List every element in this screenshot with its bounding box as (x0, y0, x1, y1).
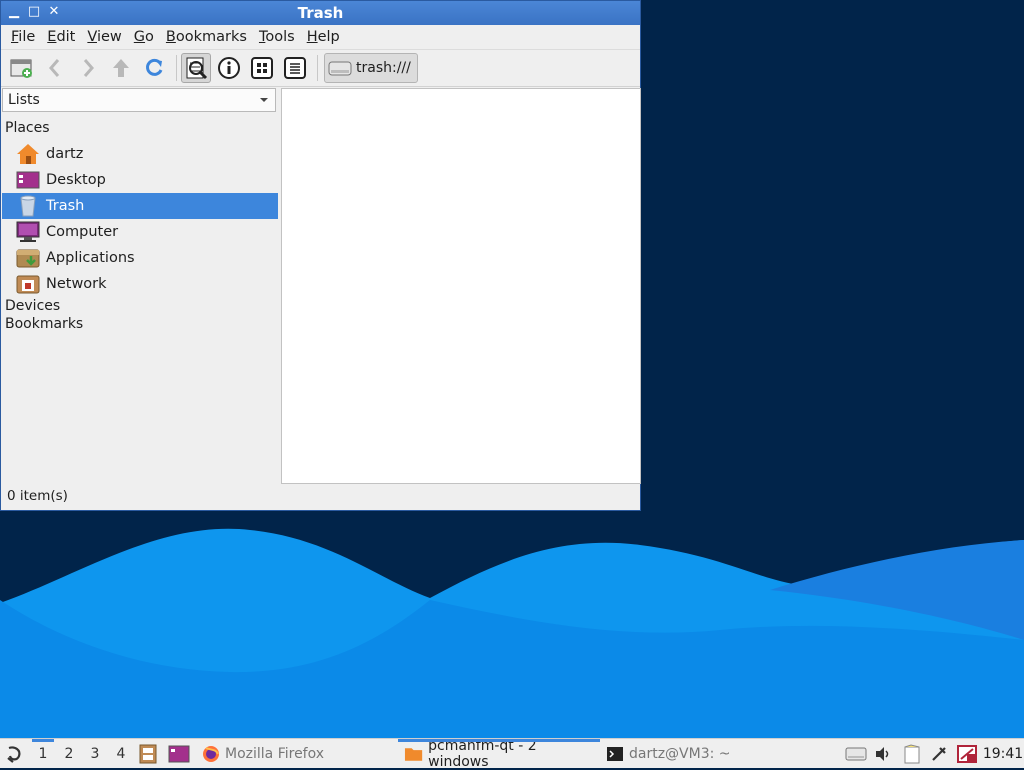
place-trash[interactable]: Trash (2, 193, 278, 219)
applications-icon (16, 249, 40, 268)
home-icon (17, 144, 39, 164)
up-button[interactable] (106, 53, 136, 83)
icon-view-icon (186, 57, 208, 80)
task-label: Mozilla Firefox (225, 745, 325, 762)
place-network[interactable]: Network (2, 271, 278, 297)
back-button[interactable] (40, 53, 70, 83)
toolbar-separator (176, 55, 177, 81)
file-cabinet-icon (139, 744, 157, 763)
tray-updates[interactable] (952, 739, 982, 769)
reload-button[interactable] (139, 53, 169, 83)
task-pcmanfm[interactable]: pcmanfm-qt - 2 windows (398, 737, 600, 770)
workspace-2[interactable]: 2 (56, 739, 82, 769)
clipboard-icon (904, 743, 920, 763)
back-icon (49, 59, 60, 77)
side-pane: Lists Places dartz Desktop Trash Compute… (2, 88, 278, 484)
workspace-4[interactable]: 4 (108, 739, 134, 769)
quicklaunch-desktop[interactable] (162, 739, 196, 769)
computer-icon (16, 221, 40, 242)
place-dartz[interactable]: dartz (2, 141, 278, 167)
network-icon (16, 275, 40, 294)
place-label: dartz (46, 146, 84, 162)
section-bookmarks[interactable]: Bookmarks (2, 315, 278, 333)
menu-edit[interactable]: Edit (41, 29, 81, 45)
section-places[interactable]: Places (2, 119, 278, 137)
place-applications[interactable]: Applications (2, 245, 278, 271)
up-icon (113, 59, 129, 77)
forward-icon (83, 59, 94, 77)
reload-icon (146, 58, 163, 76)
path-label: trash:/// (356, 60, 411, 76)
menu-help[interactable]: Help (301, 29, 346, 45)
window-title: Trash (297, 4, 344, 22)
place-label: Computer (46, 224, 119, 240)
desktop-icon (16, 171, 40, 189)
place-desktop[interactable]: Desktop (2, 167, 278, 193)
thumbnail-view-icon (251, 57, 273, 79)
thumbnail-view-button[interactable] (247, 53, 277, 83)
new-tab-button[interactable] (7, 53, 37, 83)
trash-drive-icon (328, 61, 352, 76)
menu-file[interactable]: File (5, 29, 41, 45)
taskbar: 1 2 3 4 Mozilla Firefox pcmanfm-qt - 2 w… (0, 737, 1024, 770)
menu-tools[interactable]: Tools (253, 29, 301, 45)
firefox-icon (203, 745, 219, 762)
tray-clipboard[interactable] (898, 739, 926, 769)
file-view[interactable] (281, 88, 641, 484)
place-label: Network (46, 276, 107, 292)
new-tab-icon (10, 59, 32, 78)
path-button[interactable]: trash:/// (324, 53, 418, 83)
chevron-down-icon (260, 98, 268, 102)
show-desktop-icon (168, 745, 190, 762)
toolbar-separator (317, 55, 318, 81)
workspace-3[interactable]: 3 (82, 739, 108, 769)
menu-view[interactable]: View (81, 29, 127, 45)
removable-drive-icon (845, 747, 867, 760)
tray-drive[interactable] (844, 739, 868, 769)
update-icon (957, 744, 977, 763)
task-label: dartz@VM3: ~ (629, 745, 731, 762)
place-label: Desktop (46, 172, 106, 188)
detail-view-icon (284, 57, 306, 79)
tray-network[interactable] (926, 739, 952, 769)
file-manager-window: ▁ □ ✕ Trash File Edit View Go Bookmarks … (0, 0, 641, 511)
section-devices[interactable]: Devices (2, 297, 278, 315)
toolbar: trash:/// (1, 50, 640, 87)
tray-volume[interactable] (868, 739, 898, 769)
forward-button[interactable] (73, 53, 103, 83)
menubar: File Edit View Go Bookmarks Tools Help (1, 25, 640, 50)
menu-bookmarks[interactable]: Bookmarks (160, 29, 253, 45)
info-button[interactable] (214, 53, 244, 83)
terminal-icon (607, 746, 623, 761)
task-label: pcmanfm-qt - 2 windows (428, 737, 537, 770)
clock[interactable]: 19:41 (982, 739, 1024, 769)
menu-go[interactable]: Go (128, 29, 160, 45)
workspace-1[interactable]: 1 (30, 738, 56, 769)
detail-view-button[interactable] (280, 53, 310, 83)
place-label: Applications (46, 250, 135, 266)
start-menu-button[interactable] (0, 739, 30, 769)
folder-icon (404, 747, 423, 761)
status-text: 0 item(s) (7, 488, 68, 504)
quicklaunch-files[interactable] (134, 739, 162, 769)
side-pane-mode-label: Lists (8, 92, 40, 108)
volume-icon (876, 746, 889, 761)
place-computer[interactable]: Computer (2, 219, 278, 245)
side-pane-mode-select[interactable]: Lists (2, 88, 276, 112)
lxqt-logo-icon (7, 745, 21, 763)
network-plug-icon (932, 746, 946, 761)
titlebar[interactable]: ▁ □ ✕ Trash (1, 1, 640, 25)
task-terminal[interactable]: dartz@VM3: ~ (600, 739, 804, 769)
task-firefox[interactable]: Mozilla Firefox (196, 739, 398, 769)
icon-view-button[interactable] (181, 53, 211, 83)
info-icon (218, 57, 240, 79)
place-label: Trash (46, 198, 85, 214)
trash-icon (20, 195, 36, 217)
